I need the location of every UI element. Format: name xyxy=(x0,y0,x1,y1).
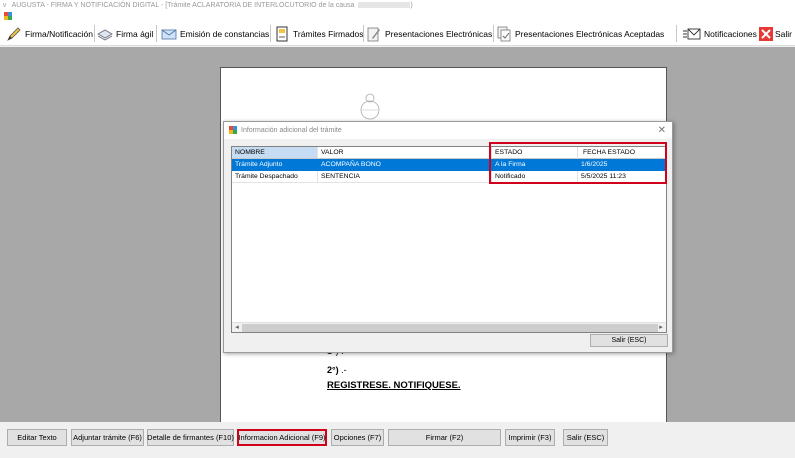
app-menu-icon[interactable] xyxy=(4,12,12,20)
document-closing-line: REGISTRESE. NOTIFIQUESE. xyxy=(327,380,461,391)
dialog-exit-button[interactable]: Salir (ESC) xyxy=(590,334,668,347)
toolbar-label: Salir xyxy=(775,28,793,39)
app-logo-icon: ∨ xyxy=(2,2,8,9)
info-table: NOMBRE VALOR ESTADO FECHA ESTADO Trámite… xyxy=(231,146,667,333)
cell-nombre: Trámite Despachado xyxy=(232,171,318,183)
toolbar-label: Presentaciones Electrónicas Aceptadas xyxy=(515,28,665,39)
mail-icon xyxy=(683,26,701,42)
scroll-right-icon[interactable]: ▸ xyxy=(656,323,666,332)
coat-of-arms-icon xyxy=(358,92,382,120)
cell-valor: ACOMPAÑA BONO xyxy=(321,161,381,168)
toolbar-presentaciones-aceptadas-button[interactable]: Presentaciones Electrónicas Aceptadas xyxy=(496,24,664,43)
accepted-docs-icon xyxy=(496,26,512,42)
toolbar-separator xyxy=(363,25,364,42)
close-icon[interactable]: ✕ xyxy=(658,122,666,139)
firmar-button[interactable]: Firmar (F2) xyxy=(388,429,501,446)
cell-nombre: Trámite Adjunto xyxy=(235,161,283,168)
toolbar-salir-button[interactable]: Salir xyxy=(759,24,792,43)
opciones-button[interactable]: Opciones (F7) xyxy=(331,429,384,446)
dialog-title-bar[interactable]: Información adicional del trámite ✕ xyxy=(224,122,672,139)
cell-estado: A la Firma xyxy=(495,161,526,168)
toolbar-separator xyxy=(270,25,271,42)
main-toolbar: Firma/Notificación Firma ágil Emisión de… xyxy=(0,21,795,46)
column-header-estado[interactable]: ESTADO xyxy=(492,147,578,159)
toolbar-firma-agil-button[interactable]: Firma ágil xyxy=(97,24,153,43)
envelope-icon xyxy=(161,26,177,42)
scrollbar-thumb[interactable] xyxy=(242,324,658,332)
detalle-firmantes-button[interactable]: Detalle de firmantes (F10) xyxy=(147,429,234,446)
document-line-2-text: .- xyxy=(338,365,347,375)
redacted-case-number xyxy=(358,2,411,9)
signed-doc-icon xyxy=(274,26,290,42)
menu-icon-row xyxy=(0,11,795,21)
cell-estado: Notificado xyxy=(492,171,578,183)
dialog-title: Información adicional del trámite xyxy=(241,127,342,134)
toolbar-separator xyxy=(156,25,157,42)
dialog-app-icon xyxy=(229,126,237,134)
window-title: AUGUSTA - FIRMA Y NOTIFICACIÓN DIGITAL -… xyxy=(11,2,355,9)
toolbar-notificaciones-button[interactable]: Notificaciones xyxy=(683,24,757,43)
toolbar-presentaciones-button[interactable]: Presentaciones Electrónicas xyxy=(366,24,492,43)
toolbar-emision-constancias-button[interactable]: Emisión de constancias xyxy=(161,24,269,43)
document-line-2-number: 2°) xyxy=(327,365,339,375)
editar-texto-button[interactable]: Editar Texto xyxy=(7,429,67,446)
info-adicional-dialog: Información adicional del trámite ✕ NOMB… xyxy=(223,121,673,353)
informacion-adicional-button[interactable]: Informacion Adicional (F9) xyxy=(237,429,327,446)
cell-valor: SENTENCIA xyxy=(318,171,492,183)
cell-fecha-estado: 5/5/2025 11:23 xyxy=(578,171,666,183)
cell-fecha-estado: 1/6/2025 xyxy=(581,161,608,168)
toolbar-label: Notificaciones xyxy=(704,28,757,39)
toolbar-firma-notificacion-button[interactable]: Firma/Notificación xyxy=(6,24,93,43)
column-header-fecha-estado[interactable]: FECHA ESTADO xyxy=(578,147,666,159)
toolbar-label: Firma ágil xyxy=(116,28,154,39)
table-row[interactable]: Trámite Adjunto ACOMPAÑA BONO A la Firma… xyxy=(232,159,666,171)
toolbar-label: Trámites Firmados xyxy=(293,28,364,39)
adjuntar-tramite-button[interactable]: Adjuntar trámite (F6) xyxy=(71,429,144,446)
pen-doc-icon xyxy=(366,26,382,42)
toolbar-label: Emisión de constancias xyxy=(180,28,270,39)
column-header-valor[interactable]: VALOR xyxy=(318,147,492,159)
table-row[interactable]: Trámite Despachado SENTENCIA Notificado … xyxy=(232,171,666,183)
toolbar-label: Firma/Notificación xyxy=(25,28,94,39)
window-title-bar: ∨ AUGUSTA - FIRMA Y NOTIFICACIÓN DIGITAL… xyxy=(0,0,795,11)
toolbar-separator xyxy=(493,25,494,42)
column-header-nombre[interactable]: NOMBRE xyxy=(232,147,318,159)
bottom-action-bar: Editar Texto Adjuntar trámite (F6) Detal… xyxy=(0,422,795,458)
toolbar-tramites-firmados-button[interactable]: Trámites Firmados xyxy=(274,24,364,43)
horizontal-scrollbar[interactable]: ◂ ▸ xyxy=(232,322,666,332)
stack-icon xyxy=(97,26,113,42)
toolbar-separator xyxy=(94,25,95,42)
pen-icon xyxy=(6,26,22,42)
salir-button[interactable]: Salir (ESC) xyxy=(563,429,608,446)
scroll-left-icon[interactable]: ◂ xyxy=(232,323,242,332)
exit-icon xyxy=(759,26,773,42)
document-line-2: 2°) .- xyxy=(327,365,347,375)
toolbar-separator xyxy=(676,25,677,42)
toolbar-label: Presentaciones Electrónicas xyxy=(385,28,493,39)
imprimir-button[interactable]: Imprimir (F3) xyxy=(505,429,555,446)
